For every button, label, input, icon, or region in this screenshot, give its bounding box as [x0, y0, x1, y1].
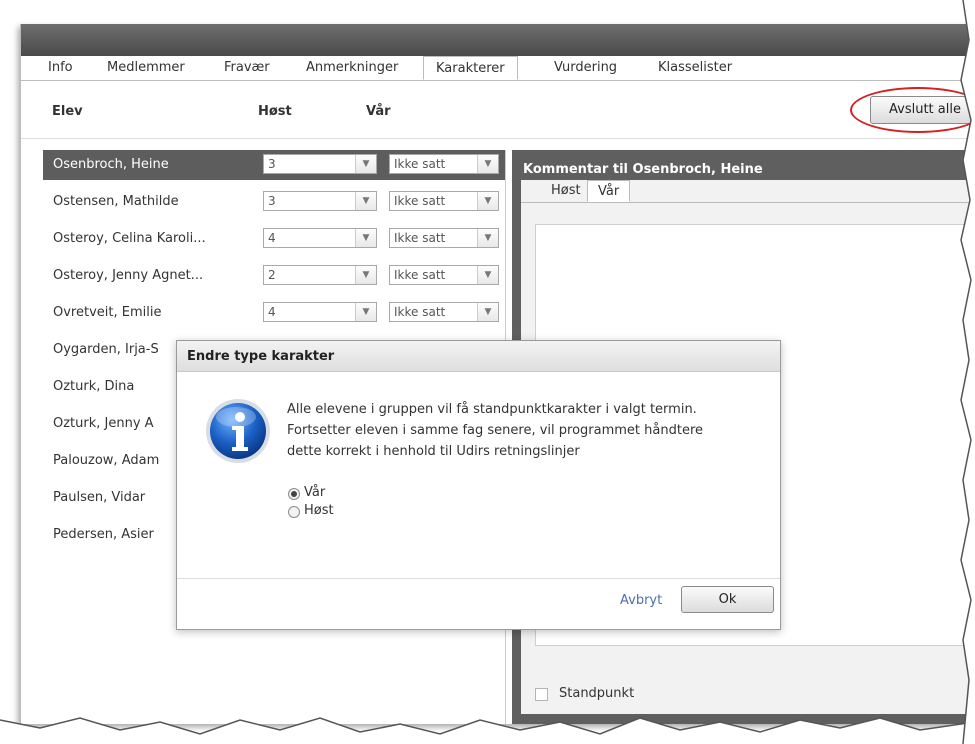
dialog-message-line: dette korrekt i henhold til Udirs retnin… — [287, 444, 580, 459]
dialog-message-line: Fortsetter eleven i samme fag senere, vi… — [287, 423, 703, 438]
radio-spring[interactable] — [288, 488, 300, 500]
tab-anmerkninger[interactable]: Anmerkninger — [306, 56, 398, 80]
standpunkt-checkbox[interactable] — [535, 688, 548, 701]
spring-grade-value: Ikke satt — [394, 157, 446, 171]
header-student: Elev — [52, 104, 83, 119]
student-row[interactable]: Osteroy, Celina Karoli... 4 ▼ Ikke satt ▼ — [43, 224, 505, 254]
spring-grade-select[interactable]: Ikke satt ▼ — [389, 265, 499, 285]
tab-klasselister[interactable]: Klasselister — [658, 56, 732, 80]
student-row[interactable]: Ovretveit, Emilie 4 ▼ Ikke satt ▼ — [43, 298, 505, 328]
column-header-row: Elev Høst Vår Avslutt alle — [21, 80, 975, 139]
student-name: Osteroy, Celina Karoli... — [53, 231, 206, 246]
chevron-down-icon: ▼ — [355, 229, 376, 247]
spring-grade-value: Ikke satt — [394, 194, 446, 208]
tab-bar: Info Medlemmer Fravær Anmerkninger Karak… — [21, 56, 975, 81]
standpunkt-label: Standpunkt — [559, 686, 635, 701]
radio-autumn-label: Høst — [304, 503, 334, 518]
chevron-down-icon: ▼ — [355, 192, 376, 210]
student-name: Ozturk, Dina — [53, 379, 135, 394]
radio-spring-label: Vår — [304, 485, 326, 500]
student-row[interactable]: Osteroy, Jenny Agnet... 2 ▼ Ikke satt ▼ — [43, 261, 505, 291]
chevron-down-icon: ▼ — [355, 266, 376, 284]
student-name: Ostensen, Mathilde — [53, 194, 179, 209]
spring-grade-select[interactable]: Ikke satt ▼ — [389, 191, 499, 211]
tab-vurdering[interactable]: Vurdering — [554, 56, 617, 80]
header-autumn: Høst — [258, 104, 292, 119]
student-name: Paulsen, Vidar — [53, 490, 146, 505]
spring-grade-select[interactable]: Ikke satt ▼ — [389, 154, 499, 174]
autumn-grade-select[interactable]: 4 ▼ — [263, 228, 377, 248]
tab-medlemmer[interactable]: Medlemmer — [107, 56, 185, 80]
autumn-grade-value: 4 — [268, 231, 276, 245]
student-row[interactable]: Ostensen, Mathilde 3 ▼ Ikke satt ▼ — [43, 187, 505, 217]
dialog-message: Alle elevene i gruppen vil få standpunkt… — [287, 399, 767, 462]
spring-grade-value: Ikke satt — [394, 268, 446, 282]
tab-karakterer[interactable]: Karakterer — [423, 56, 518, 80]
spring-grade-value: Ikke satt — [394, 231, 446, 245]
chevron-down-icon: ▼ — [477, 303, 498, 321]
student-name: Osteroy, Jenny Agnet... — [53, 268, 204, 283]
chevron-down-icon: ▼ — [355, 303, 376, 321]
dialog-message-line: Alle elevene i gruppen vil få standpunkt… — [287, 402, 697, 417]
dialog-title-bar: Endre type karakter — [177, 341, 780, 372]
comment-tab-spring[interactable]: Vår — [587, 180, 631, 202]
info-icon — [206, 399, 270, 463]
autumn-grade-select[interactable]: 3 ▼ — [263, 154, 377, 174]
comment-tabs: Høst Vår — [521, 180, 975, 203]
header-spring: Vår — [366, 104, 391, 119]
dialog-title: Endre type karakter — [187, 349, 335, 364]
comment-panel-title: Kommentar til Osenbroch, Heine — [523, 162, 763, 177]
spring-grade-select[interactable]: Ikke satt ▼ — [389, 228, 499, 248]
student-row[interactable]: Osenbroch, Heine 3 ▼ Ikke satt ▼ — [43, 150, 505, 180]
autumn-grade-select[interactable]: 4 ▼ — [263, 302, 377, 322]
dialog-footer-divider — [177, 578, 780, 579]
resize-handle-icon[interactable]: ◢ — [970, 633, 975, 643]
ok-button[interactable]: Ok — [681, 586, 774, 613]
title-bar — [21, 24, 975, 56]
student-name: Pedersen, Asier — [53, 527, 154, 542]
chevron-down-icon: ▼ — [477, 266, 498, 284]
student-name: Oygarden, Irja-S — [53, 342, 159, 357]
student-name: Osenbroch, Heine — [53, 157, 169, 172]
spring-grade-select[interactable]: Ikke satt ▼ — [389, 302, 499, 322]
tab-info[interactable]: Info — [48, 56, 73, 80]
highlight-ellipse — [850, 87, 975, 133]
chevron-down-icon: ▼ — [477, 155, 498, 173]
chevron-down-icon: ▼ — [477, 229, 498, 247]
student-name: Ovretveit, Emilie — [53, 305, 162, 320]
autumn-grade-value: 4 — [268, 305, 276, 319]
spring-grade-value: Ikke satt — [394, 305, 446, 319]
autumn-grade-value: 3 — [268, 157, 276, 171]
student-name: Palouzow, Adam — [53, 453, 160, 468]
autumn-grade-value: 3 — [268, 194, 276, 208]
chevron-down-icon: ▼ — [477, 192, 498, 210]
change-grade-type-dialog: Endre type karakter Alle elevene i grupp… — [176, 340, 781, 630]
student-name: Ozturk, Jenny A — [53, 416, 154, 431]
cancel-link[interactable]: Avbryt — [620, 593, 662, 608]
chevron-down-icon: ▼ — [355, 155, 376, 173]
comment-tab-autumn[interactable]: Høst — [541, 180, 592, 202]
tab-fravaer[interactable]: Fravær — [224, 56, 270, 80]
autumn-grade-value: 2 — [268, 268, 276, 282]
autumn-grade-select[interactable]: 2 ▼ — [263, 265, 377, 285]
radio-autumn[interactable] — [288, 506, 300, 518]
autumn-grade-select[interactable]: 3 ▼ — [263, 191, 377, 211]
